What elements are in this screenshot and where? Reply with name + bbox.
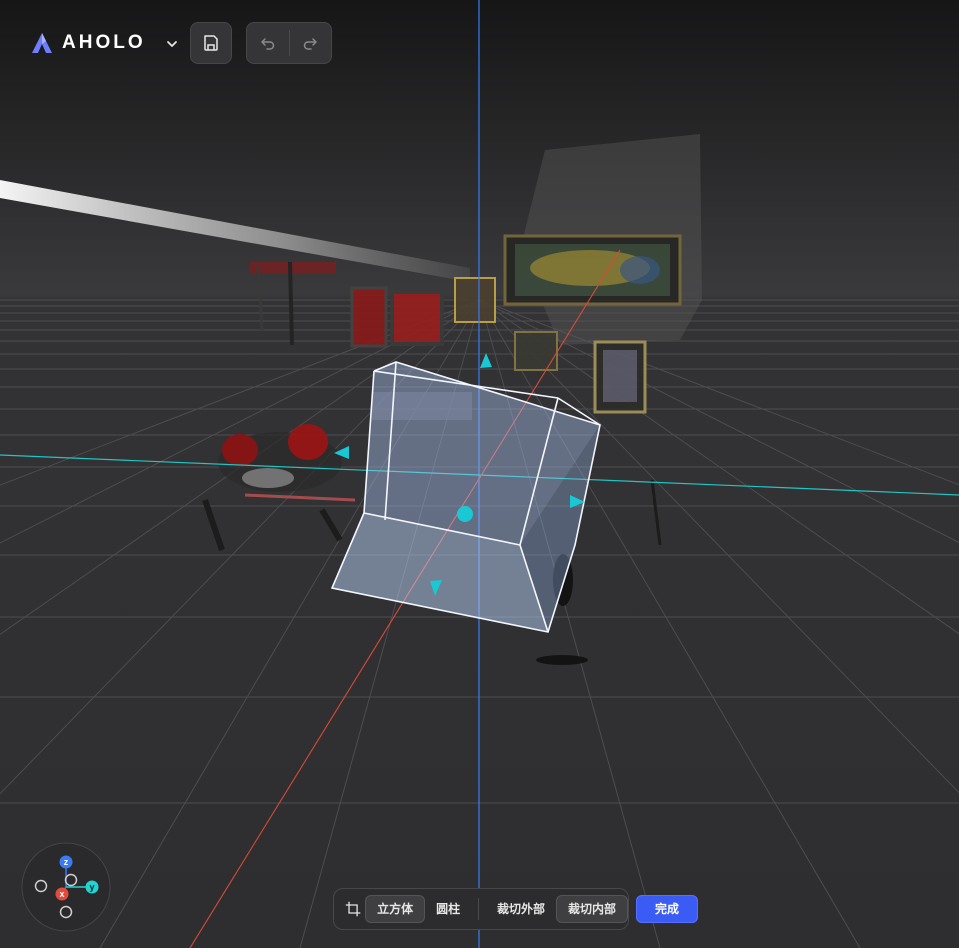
chevron-down-icon[interactable] <box>165 37 179 51</box>
gizmo-z-label: z <box>64 857 69 867</box>
axis-gizmo[interactable]: z y x <box>21 842 111 932</box>
center-move-handle[interactable] <box>457 506 473 522</box>
undo-icon <box>261 38 274 50</box>
top-toolbar: AHOLO <box>30 22 179 64</box>
logo-mark-icon <box>32 33 52 53</box>
crop-toolbar-divider <box>478 898 479 920</box>
redo-button[interactable] <box>289 22 331 64</box>
done-button[interactable]: 完成 <box>636 895 698 923</box>
history-controls <box>246 22 332 64</box>
redo-icon <box>303 38 317 50</box>
shape-cube-tab[interactable]: 立方体 <box>365 895 426 923</box>
shape-cylinder-tab[interactable]: 圆柱 <box>425 895 471 923</box>
crop-inside-tab[interactable]: 裁切内部 <box>555 895 628 923</box>
undo-button[interactable] <box>247 22 289 64</box>
logo-text: AHOLO <box>62 32 146 53</box>
gizmo-x-label: x <box>59 889 64 899</box>
viewport-3d[interactable]: AHOLO z y x 立方体 圆柱 裁切外部 裁切内部 完成 <box>0 0 959 948</box>
light-beam <box>0 180 470 282</box>
gizmo-y-label: y <box>89 882 94 892</box>
scene-canvas[interactable] <box>0 0 959 948</box>
app-logo[interactable]: AHOLO <box>30 22 179 64</box>
save-button[interactable] <box>190 22 232 64</box>
crop-icon <box>345 901 361 917</box>
crop-outside-tab[interactable]: 裁切外部 <box>486 895 556 923</box>
crop-box[interactable] <box>330 361 601 633</box>
handle-top-arrow[interactable] <box>480 353 492 368</box>
crop-toolbar: 立方体 圆柱 裁切外部 裁切内部 <box>333 888 629 930</box>
save-icon <box>204 35 218 51</box>
